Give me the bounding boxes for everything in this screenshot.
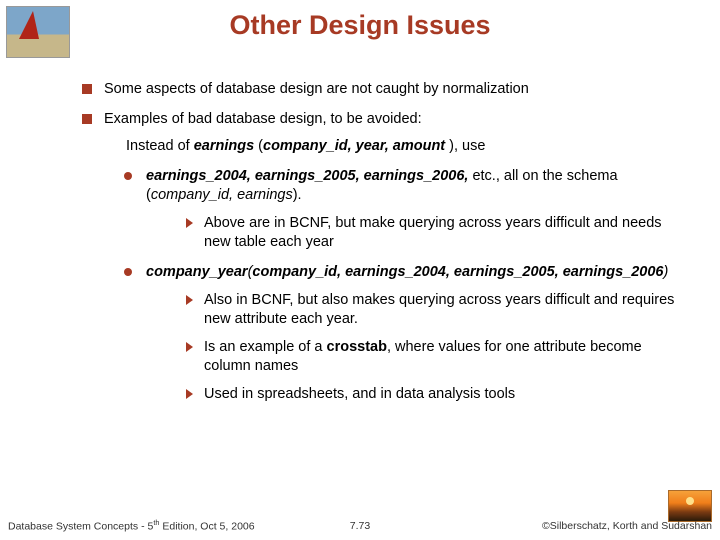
s2-c: company_id, earnings_2004, earnings_2005…: [252, 264, 663, 280]
sub-bullet-2: company_year(company_id, earnings_2004, …: [124, 263, 682, 404]
bullet-2-intro: Instead of earnings (company_id, year, a…: [126, 137, 682, 157]
slide: Other Design Issues Some aspects of data…: [0, 0, 720, 540]
intro-e: ), use: [445, 138, 485, 154]
s2-sub1-text: Also in BCNF, but also makes querying ac…: [204, 292, 674, 328]
logo-bottom: [668, 490, 712, 522]
content-area: Some aspects of database design are not …: [82, 80, 682, 414]
s2-a: company_year: [146, 264, 248, 280]
s2-sub2-b: crosstab: [327, 339, 387, 355]
s2-sub2-a: Is an example of a: [204, 339, 327, 355]
s1-a: earnings_2004, earnings_2005, earnings_2…: [146, 168, 468, 184]
s1-d: ).: [293, 187, 302, 203]
s2-sub3-text: Used in spreadsheets, and in data analys…: [204, 386, 515, 402]
sub-bullet-1-1: Above are in BCNF, but make querying acr…: [186, 214, 682, 253]
sub-bullet-1: earnings_2004, earnings_2005, earnings_2…: [124, 167, 682, 253]
s1-c: company_id, earnings: [151, 187, 293, 203]
intro-c: (: [254, 138, 263, 154]
bullet-1: Some aspects of database design are not …: [82, 80, 682, 100]
intro-a: Instead of: [126, 138, 194, 154]
bullet-1-text: Some aspects of database design are not …: [104, 81, 529, 97]
slide-title: Other Design Issues: [0, 10, 720, 41]
intro-d: company_id, year, amount: [263, 138, 445, 154]
sub-bullet-2-2: Is an example of a crosstab, where value…: [186, 338, 682, 377]
s2-d: ): [663, 264, 668, 280]
sub-bullet-2-1: Also in BCNF, but also makes querying ac…: [186, 291, 682, 330]
bullet-2-text: Examples of bad database design, to be a…: [104, 111, 422, 127]
sub-bullet-2-3: Used in spreadsheets, and in data analys…: [186, 385, 682, 405]
bullet-2: Examples of bad database design, to be a…: [82, 110, 682, 405]
s1-sub-text: Above are in BCNF, but make querying acr…: [204, 215, 662, 251]
sunset-icon: [686, 497, 694, 505]
intro-b: earnings: [194, 138, 254, 154]
footer-right: ©Silberschatz, Korth and Sudarshan: [542, 520, 712, 532]
